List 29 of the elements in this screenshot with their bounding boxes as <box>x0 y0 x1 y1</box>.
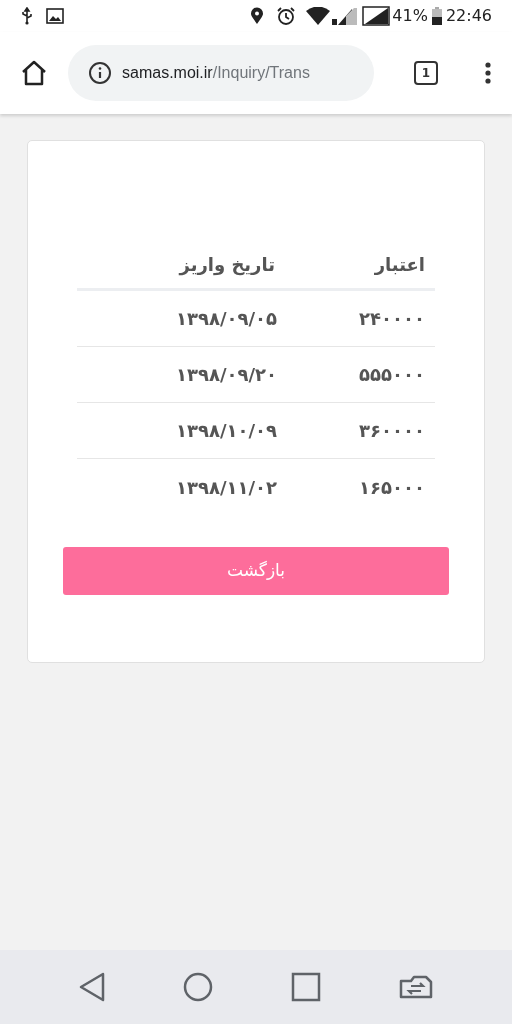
more-icon[interactable] <box>484 61 492 85</box>
location-icon <box>250 7 265 25</box>
battery-icon <box>431 7 442 25</box>
home-icon[interactable] <box>20 60 48 86</box>
wifi-icon <box>306 7 331 25</box>
signal-icon <box>332 7 359 25</box>
table-cell-text: ۱۶۵۰۰۰ <box>358 475 426 500</box>
table-cell-text: ۱۳۹۸/۰۹/۰۵ <box>175 307 278 331</box>
image-icon <box>46 8 64 24</box>
overview-icon[interactable] <box>291 972 321 1002</box>
address-bar[interactable]: samas.moi.ir/Inquiry/Trans <box>68 45 374 101</box>
clock-time: 22:46 <box>445 5 492 27</box>
tab-count-button[interactable]: 1 <box>414 61 438 85</box>
info-icon <box>88 61 112 85</box>
column-header: اعتبار <box>373 253 426 277</box>
url-text: samas.moi.ir/Inquiry/Trans <box>122 63 310 83</box>
back-icon[interactable] <box>79 972 105 1002</box>
alarm-icon <box>276 6 297 26</box>
table-cell-text: ۱۳۹۸/۱۱/۰۲ <box>175 475 278 500</box>
battery-percent: 41% <box>392 5 428 27</box>
table-cell-text: ۱۳۹۸/۰۹/۲۰ <box>175 363 278 387</box>
usb-icon <box>20 7 34 25</box>
table-cell-text: ۵۵۵۰۰۰ <box>358 363 426 387</box>
table-cell-text: ۲۴۰۰۰۰ <box>358 307 426 331</box>
table-cell-text: ۳۶۰۰۰۰ <box>358 419 426 443</box>
signal-icon <box>362 6 391 26</box>
swap-icon[interactable] <box>399 975 433 999</box>
column-header: تاریخ واریز <box>179 253 276 278</box>
table-cell-text: ۱۳۹۸/۱۰/۰۹ <box>175 419 278 443</box>
